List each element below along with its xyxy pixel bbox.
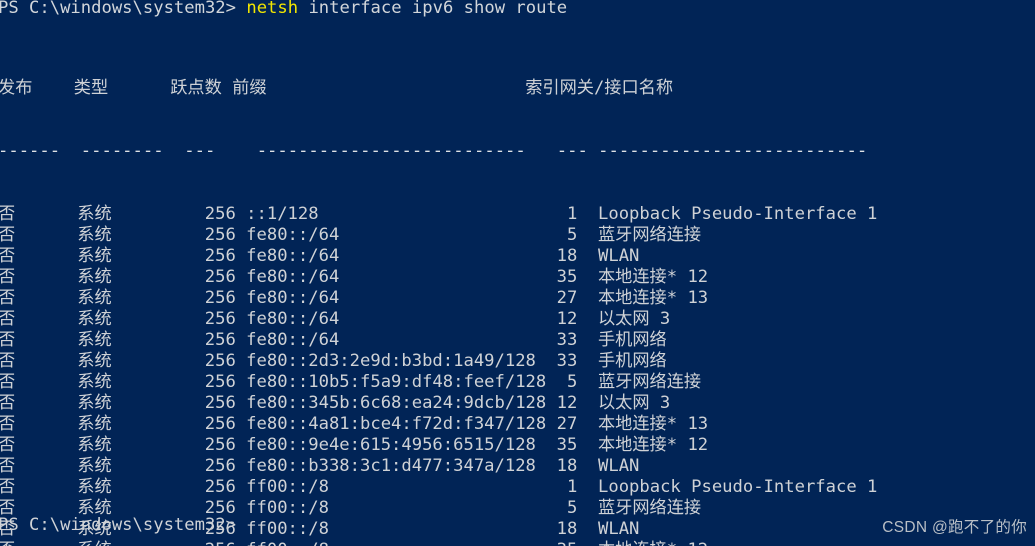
prompt-path: PS C:\windows\system32> bbox=[0, 0, 247, 18]
table-row: 否 系统 256 fe80::/64 33 手机网络 bbox=[0, 330, 667, 350]
table-row: 否 系统 256 fe80::4a81:bce4:f72d:f347/128 2… bbox=[0, 414, 709, 434]
command-prompt-line: PS C:\windows\system32> netsh interface … bbox=[0, 0, 567, 19]
table-row: 否 系统 256 fe80::/64 5 蓝牙网络连接 bbox=[0, 225, 702, 245]
table-row: 否 系统 256 ::1/128 1 Loopback Pseudo-Inter… bbox=[0, 204, 878, 224]
table-body: 否 系统 256 ::1/128 1 Loopback Pseudo-Inter… bbox=[0, 204, 877, 546]
command-arguments: interface ipv6 show route bbox=[298, 0, 568, 18]
route-table: 发布 类型 跃点数 前缀 索引网关/接口名称 ------ -------- -… bbox=[0, 36, 877, 546]
footer-prompt-line[interactable]: PS C:\windows\system32> bbox=[0, 515, 236, 536]
table-header-row: 发布 类型 跃点数 前缀 索引网关/接口名称 bbox=[0, 78, 674, 98]
table-row: 否 系统 256 fe80::b338:3c1:d477:347a/128 18… bbox=[0, 456, 640, 476]
command-keyword: netsh bbox=[246, 0, 299, 18]
table-row: 否 系统 256 fe80::/64 35 本地连接* 12 bbox=[0, 267, 709, 287]
table-row: 否 系统 256 fe80::345b:6c68:ea24:9dcb/128 1… bbox=[0, 393, 671, 413]
table-row: 否 系统 256 fe80::/64 18 WLAN bbox=[0, 246, 640, 266]
table-row: 否 系统 256 ff00::/8 35 本地连接* 12 bbox=[0, 540, 877, 546]
table-row: 否 系统 256 fe80::/64 27 本地连接* 13 bbox=[0, 288, 709, 308]
table-row: 否 系统 256 fe80::2d3:2e9d:b3bd:1a49/128 33… bbox=[0, 351, 667, 371]
table-row: 否 系统 256 fe80::/64 12 以太网 3 bbox=[0, 309, 671, 329]
table-row: 否 系统 256 fe80::9e4e:615:4956:6515/128 35… bbox=[0, 435, 709, 455]
table-separator-row: ------ -------- --- --------------------… bbox=[0, 141, 868, 161]
table-row: 否 系统 256 ff00::/8 1 Loopback Pseudo-Inte… bbox=[0, 477, 878, 497]
csdn-watermark: CSDN @跑不了的你 bbox=[882, 519, 1027, 536]
table-row: 否 系统 256 fe80::10b5:f5a9:df48:feef/128 5… bbox=[0, 372, 702, 392]
powershell-console[interactable]: PS C:\windows\system32> netsh interface … bbox=[0, 0, 1035, 546]
